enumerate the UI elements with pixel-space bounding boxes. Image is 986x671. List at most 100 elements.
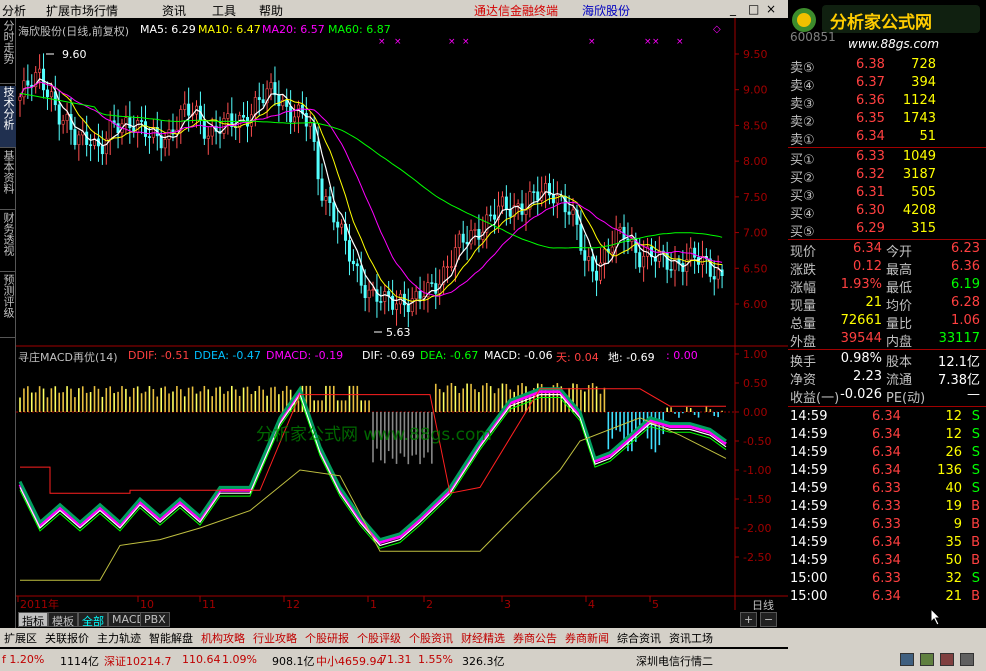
tick-time: 14:59 bbox=[790, 463, 828, 478]
nav-link[interactable]: 综合资讯 bbox=[615, 630, 663, 646]
ask-volume: 51 bbox=[919, 129, 936, 144]
tab-finance[interactable]: 财务透视 bbox=[0, 212, 16, 272]
candle-body bbox=[414, 290, 418, 300]
ask-row[interactable]: 卖② 6.35 1743 bbox=[788, 110, 986, 130]
status-item: 71.31 bbox=[380, 653, 412, 666]
ask-row[interactable]: 卖⑤ 6.38 728 bbox=[788, 56, 986, 76]
indicator-tick-label: 1.00 bbox=[743, 348, 768, 361]
fin-value: — bbox=[967, 387, 980, 402]
nav-link[interactable]: 扩展区 bbox=[2, 630, 39, 646]
candle-body bbox=[285, 99, 289, 107]
candle-body bbox=[100, 145, 104, 155]
menu-tools[interactable]: 工具 bbox=[212, 2, 236, 19]
nav-link[interactable]: 券商公告 bbox=[511, 630, 559, 646]
fin-label: 收益(一) bbox=[790, 391, 840, 406]
nav-link[interactable]: 个股评级 bbox=[355, 630, 403, 646]
tick-time: 14:59 bbox=[790, 553, 828, 568]
nav-link[interactable]: 主力轨迹 bbox=[95, 630, 143, 646]
tray-icon[interactable] bbox=[920, 653, 934, 666]
ask-row[interactable]: 卖① 6.34 51 bbox=[788, 128, 986, 148]
bid-row[interactable]: 买① 6.33 1049 bbox=[788, 148, 986, 168]
candle-body bbox=[316, 141, 320, 180]
candle-body bbox=[359, 265, 363, 286]
bid-row[interactable]: 买⑤ 6.29 315 bbox=[788, 220, 986, 240]
nav-link[interactable]: 智能解盘 bbox=[147, 630, 195, 646]
candle-body bbox=[347, 240, 351, 262]
candle-body bbox=[124, 117, 128, 125]
tab-rating[interactable]: 预测评级 bbox=[0, 274, 16, 338]
bid-row[interactable]: 买③ 6.31 505 bbox=[788, 184, 986, 204]
tab-intraday[interactable]: 分时走势 bbox=[0, 20, 16, 84]
indicator-tick-label: 0.50 bbox=[743, 377, 768, 390]
ask-row[interactable]: 卖③ 6.36 1124 bbox=[788, 92, 986, 112]
minimize-button[interactable]: _ bbox=[730, 2, 736, 16]
nav-link[interactable]: 机构攻略 bbox=[199, 630, 247, 646]
candle-body bbox=[544, 183, 548, 193]
bid-volume: 4208 bbox=[902, 203, 936, 218]
candle-body bbox=[602, 248, 606, 264]
stat-row: 涨跌 0.12 最高 6.36 bbox=[788, 258, 986, 278]
indicator-tick-label: -1.50 bbox=[743, 493, 771, 506]
candle-body bbox=[269, 82, 273, 90]
candle-body bbox=[591, 256, 595, 272]
candle-body bbox=[320, 178, 324, 201]
candle-body bbox=[579, 224, 583, 251]
tab-template[interactable]: 模板 bbox=[48, 612, 78, 628]
bid-row[interactable]: 买④ 6.30 4208 bbox=[788, 202, 986, 222]
tray-icon[interactable] bbox=[940, 653, 954, 666]
tick-volume: 9 bbox=[953, 517, 962, 532]
candle-body bbox=[293, 116, 297, 123]
nav-link[interactable]: 行业攻略 bbox=[251, 630, 299, 646]
candle-body bbox=[457, 233, 461, 248]
nav-link[interactable]: 资讯工场 bbox=[667, 630, 715, 646]
candle-body bbox=[379, 301, 383, 303]
candle-body bbox=[257, 97, 261, 100]
maximize-button[interactable]: □ bbox=[748, 2, 759, 16]
tray-icon[interactable] bbox=[960, 653, 974, 666]
tab-pbx[interactable]: PBX bbox=[140, 612, 170, 627]
candle-body bbox=[493, 214, 497, 220]
zoom-in-button[interactable]: + bbox=[740, 612, 758, 627]
tab-all[interactable]: 全部 bbox=[78, 612, 108, 628]
tick-price: 6.33 bbox=[872, 481, 901, 496]
candle-body bbox=[65, 114, 69, 121]
tick-side: B bbox=[971, 517, 980, 532]
menu-analysis[interactable]: 分析 bbox=[2, 2, 26, 19]
nav-link[interactable]: 个股研报 bbox=[303, 630, 351, 646]
ask-row[interactable]: 卖④ 6.37 394 bbox=[788, 74, 986, 94]
nav-link[interactable]: 个股资讯 bbox=[407, 630, 455, 646]
menu-news[interactable]: 资讯 bbox=[162, 2, 186, 19]
ind-tian: 天: 0.04 bbox=[556, 351, 599, 364]
nav-link[interactable]: 券商新闻 bbox=[563, 630, 611, 646]
tick-row: 14:59 6.33 19 B bbox=[788, 498, 986, 516]
nav-link[interactable]: 关联报价 bbox=[43, 630, 91, 646]
candle-body bbox=[406, 304, 410, 313]
date-tick-label: 3 bbox=[504, 598, 511, 610]
candle-body bbox=[716, 269, 720, 280]
tick-price: 6.34 bbox=[872, 445, 901, 460]
tab-technical[interactable]: 技术分析 bbox=[0, 86, 16, 148]
tick-side: S bbox=[971, 481, 980, 496]
tray-icon[interactable] bbox=[900, 653, 914, 666]
menu-help[interactable]: 帮助 bbox=[259, 2, 283, 19]
tab-indicator[interactable]: 指标 bbox=[18, 612, 48, 628]
date-tick-label: 11 bbox=[202, 598, 216, 610]
menu-extended-market[interactable]: 扩展市场行情 bbox=[46, 2, 118, 19]
tick-time: 15:00 bbox=[790, 589, 828, 604]
chart-canvas[interactable]: 9.50 9.00 8.50 8.00 7.50 7.00 6.50 6.00 1.00 0.50… bbox=[16, 18, 788, 610]
candle-body bbox=[508, 208, 512, 217]
candle-body bbox=[446, 266, 450, 268]
tab-finance-label: 财务透视 bbox=[2, 212, 15, 256]
status-item: 深圳电信行情二 bbox=[636, 655, 713, 668]
tick-row: 14:59 6.34 136 S bbox=[788, 462, 986, 480]
tick-time: 14:59 bbox=[790, 409, 828, 424]
ind-dif: DIF: -0.69 bbox=[362, 349, 415, 362]
close-button[interactable]: × bbox=[766, 2, 776, 16]
tab-basic-info[interactable]: 基本资料 bbox=[0, 150, 16, 210]
chart-area[interactable]: 9.50 9.00 8.50 8.00 7.50 7.00 6.50 6.00 1.00 0.50… bbox=[16, 18, 788, 628]
bid-row[interactable]: 买② 6.32 3187 bbox=[788, 166, 986, 186]
ask-price: 6.36 bbox=[856, 93, 885, 108]
ind-di: 地: -0.69 bbox=[608, 351, 655, 364]
nav-link[interactable]: 财经精选 bbox=[459, 630, 507, 646]
zoom-out-button[interactable]: − bbox=[760, 612, 778, 627]
